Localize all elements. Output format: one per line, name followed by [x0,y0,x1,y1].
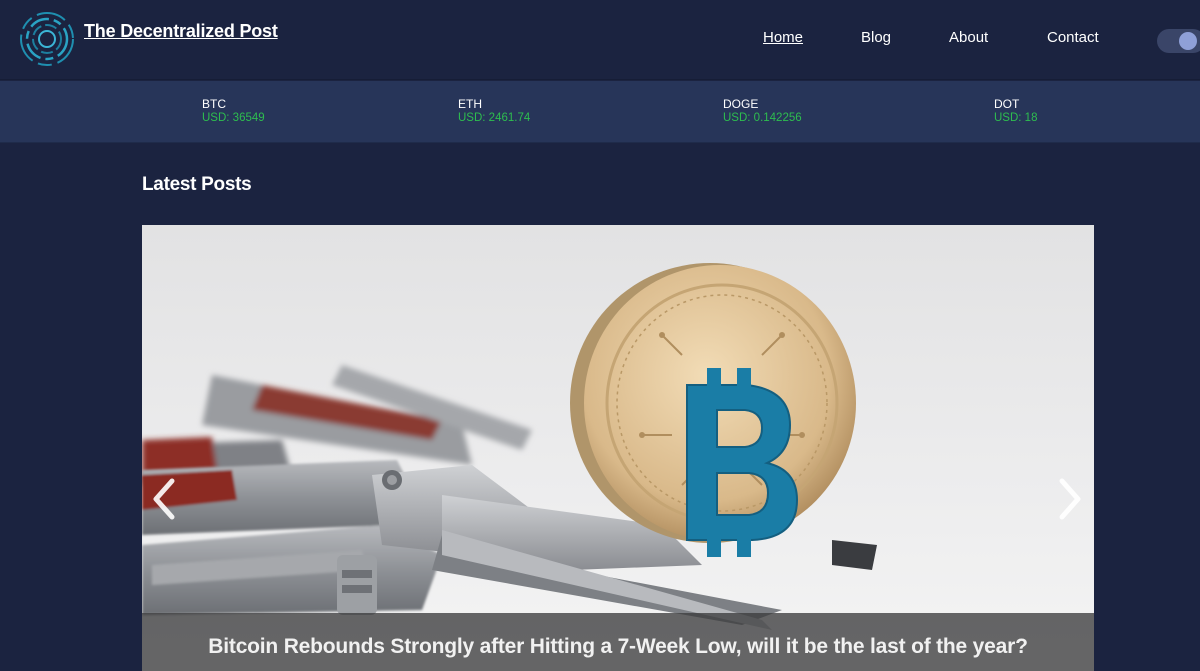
hero-image[interactable] [142,225,1094,671]
ticker-price: USD: 18 [994,112,1038,124]
ticker-price: USD: 0.142256 [723,112,802,124]
site-header: The Decentralized Post Home Blog About C… [0,0,1200,80]
nav-home[interactable]: Home [763,29,803,46]
posts-carousel[interactable]: Bitcoin Rebounds Strongly after Hitting … [142,225,1094,671]
ticker-item-dot: DOT USD: 18 [994,97,1037,125]
site-title-link[interactable]: The Decentralized Post [84,21,278,42]
ticker-symbol: BTC [202,97,226,111]
chevron-right-icon[interactable] [1056,475,1086,523]
ticker-symbol: ETH [458,97,482,111]
ticker-symbol: DOGE [723,97,759,111]
chevron-left-icon[interactable] [148,475,178,523]
ticker-item-doge: DOGE USD: 0.142256 [723,97,802,125]
ticker-symbol: DOT [994,97,1020,111]
toggle-knob [1179,32,1197,50]
theme-toggle[interactable] [1157,29,1200,53]
ticker-price: USD: 2461.74 [458,112,531,124]
ticker-item-btc: BTC USD: 36549 [202,97,265,125]
ticker-price: USD: 36549 [202,112,265,124]
price-ticker: BTC USD: 36549 ETH USD: 2461.74 DOGE USD… [0,81,1200,143]
nav-contact[interactable]: Contact [1047,29,1099,46]
nav-blog[interactable]: Blog [861,29,891,46]
ticker-item-eth: ETH USD: 2461.74 [458,97,530,125]
logo-icon[interactable] [19,11,75,67]
section-title: Latest Posts [142,174,252,195]
nav-about[interactable]: About [949,29,988,46]
slide-caption[interactable]: Bitcoin Rebounds Strongly after Hitting … [142,635,1094,659]
